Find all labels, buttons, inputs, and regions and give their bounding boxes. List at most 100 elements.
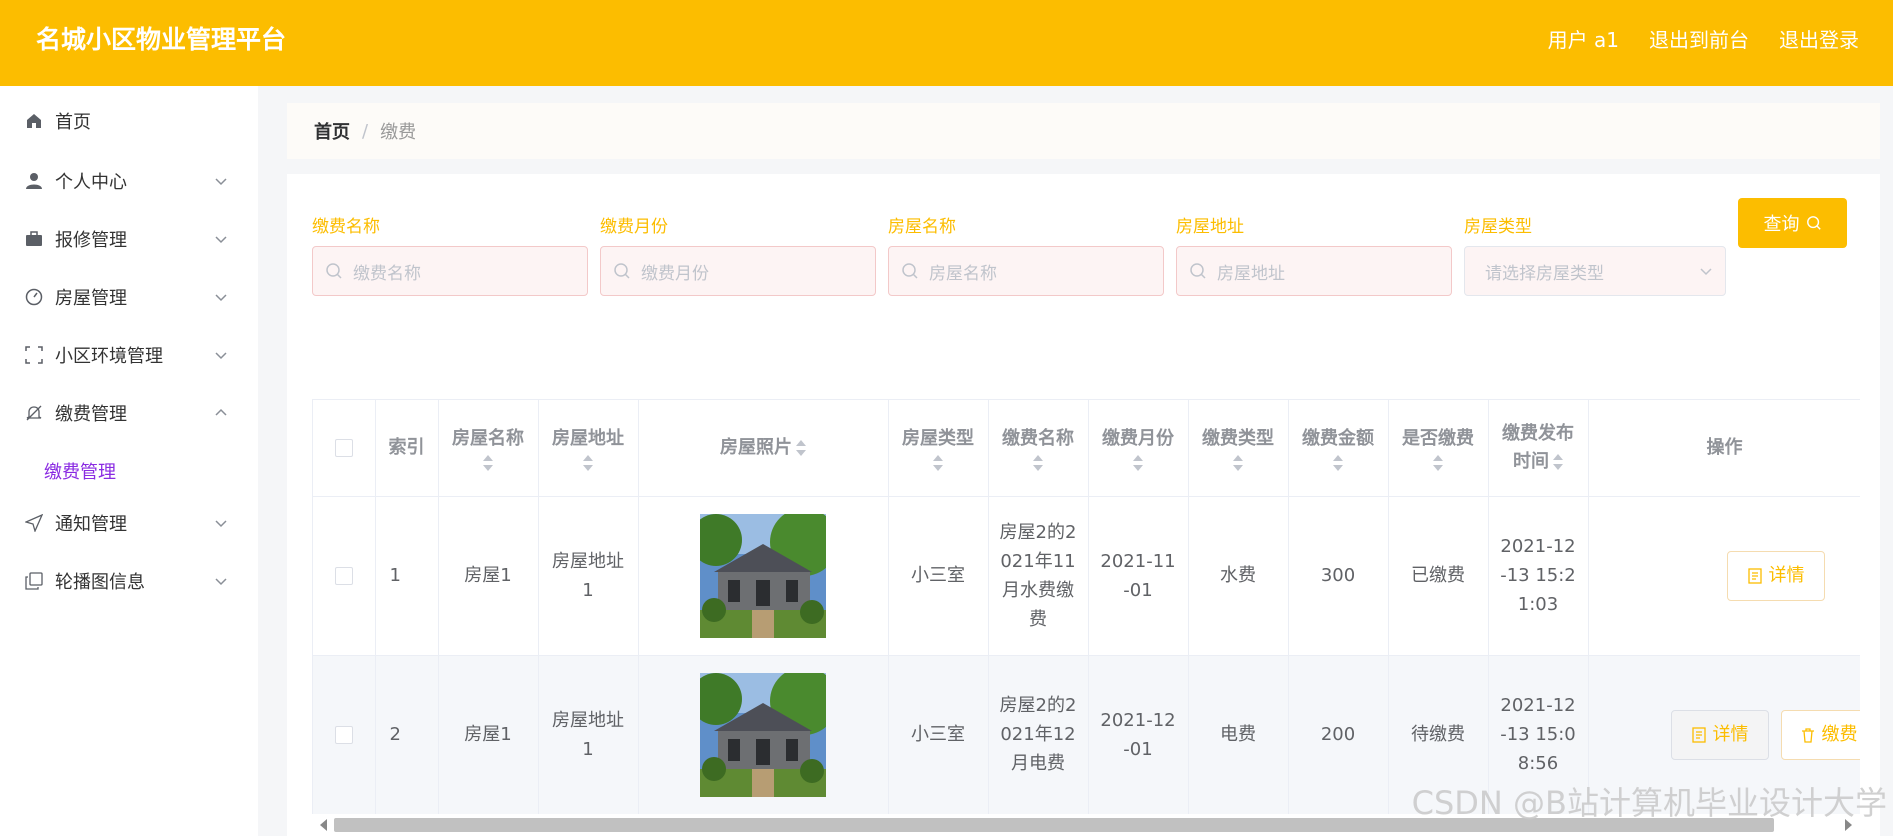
header-actions: 操作 xyxy=(1588,400,1860,497)
filter-label: 缴费名称 xyxy=(312,217,380,237)
sidebar-item-home[interactable]: 首页 xyxy=(0,96,258,146)
sidebar-item-notice[interactable]: 通知管理 xyxy=(0,498,258,548)
sidebar-item-payment[interactable]: 缴费管理 xyxy=(0,388,258,438)
cell-house-address: 房屋地址1 xyxy=(538,655,639,815)
payment-table: 索引 房屋名称 房屋地址 房屋照片 房屋类型 缴费名称 缴费月份 缴费类型 缴费… xyxy=(312,399,1860,836)
cell-fee-type: 水费 xyxy=(1188,496,1289,656)
detail-button[interactable]: 详情 xyxy=(1726,550,1825,601)
document-icon xyxy=(1691,726,1706,743)
header-publish-time[interactable]: 缴费发布时间 xyxy=(1488,400,1589,497)
chevron-up-icon xyxy=(215,408,227,416)
watermark-text: CSDN @B站计算机毕业设计大学 xyxy=(1411,784,1887,822)
cell-fee-amount: 200 xyxy=(1288,655,1389,815)
fee-name-input[interactable]: 缴费名称 xyxy=(312,246,588,296)
header-label: 房屋名称 xyxy=(452,427,524,449)
main-panel: 缴费名称 缴费名称 缴费月份 缴费月份 房屋名称 房屋名称 房屋地址 房屋地址 … xyxy=(287,174,1880,836)
house-address-input[interactable]: 房屋地址 xyxy=(1176,246,1452,296)
header-fee-month[interactable]: 缴费月份 xyxy=(1088,400,1189,497)
header-index: 索引 xyxy=(375,400,439,497)
sort-icon[interactable] xyxy=(1553,453,1563,470)
cell-actions: 详情 xyxy=(1588,496,1860,656)
header-house-type[interactable]: 房屋类型 xyxy=(888,400,989,497)
chevron-down-icon xyxy=(215,236,227,244)
scroll-left-arrow-icon[interactable] xyxy=(320,819,327,831)
detail-button-label: 详情 xyxy=(1768,565,1805,586)
house-photo-image[interactable] xyxy=(700,513,826,638)
sidebar-item-carousel[interactable]: 轮播图信息 xyxy=(0,556,258,606)
sidebar-item-house[interactable]: 房屋管理 xyxy=(0,272,258,322)
cell-is-paid: 已缴费 xyxy=(1388,496,1489,656)
header-house-photo[interactable]: 房屋照片 xyxy=(638,400,889,497)
header-label: 房屋地址 xyxy=(552,427,624,449)
sidebar-item-environment[interactable]: 小区环境管理 xyxy=(0,330,258,380)
sort-icon[interactable] xyxy=(583,454,593,471)
cell-fee-type: 电费 xyxy=(1188,655,1289,815)
logout-link[interactable]: 退出登录 xyxy=(1779,24,1859,53)
sort-icon[interactable] xyxy=(1333,454,1343,471)
user-link[interactable]: 用户 a1 xyxy=(1548,24,1619,53)
app-title: 名城小区物业管理平台 xyxy=(36,25,287,54)
query-button[interactable]: 查询 xyxy=(1738,198,1847,248)
select-all-checkbox[interactable] xyxy=(334,438,353,457)
input-placeholder: 缴费名称 xyxy=(353,263,421,284)
search-icon xyxy=(614,263,630,279)
sidebar-item-label: 个人中心 xyxy=(55,172,127,193)
sort-icon[interactable] xyxy=(933,454,943,471)
chevron-down-icon xyxy=(215,178,227,186)
row-select-cell xyxy=(313,655,376,815)
home-icon xyxy=(24,111,44,131)
breadcrumb-home[interactable]: 首页 xyxy=(314,118,350,144)
cell-house-photo xyxy=(638,496,889,656)
top-nav: 用户 a1 退出到前台 退出登录 xyxy=(1548,24,1859,53)
header-house-name[interactable]: 房屋名称 xyxy=(438,400,539,497)
sidebar-item-label: 首页 xyxy=(55,112,91,133)
sidebar-item-label: 缴费管理 xyxy=(55,404,127,425)
cell-fee-month: 2021-11-01 xyxy=(1088,496,1189,656)
input-placeholder: 房屋名称 xyxy=(929,263,997,284)
sort-icon[interactable] xyxy=(1433,454,1443,471)
chevron-down-icon xyxy=(1700,268,1712,276)
cell-house-type: 小三室 xyxy=(888,496,989,656)
sort-icon[interactable] xyxy=(1233,454,1243,471)
sort-icon[interactable] xyxy=(483,454,493,471)
filter-label: 房屋名称 xyxy=(888,217,956,237)
fee-month-input[interactable]: 缴费月份 xyxy=(600,246,876,296)
house-name-input[interactable]: 房屋名称 xyxy=(888,246,1164,296)
row-checkbox[interactable] xyxy=(334,726,353,744)
select-placeholder: 请选择房屋类型 xyxy=(1485,263,1604,284)
cell-fee-name: 房屋2的2021年12月电费 xyxy=(988,655,1089,815)
filter-house-address: 房屋地址 房屋地址 xyxy=(1176,212,1452,296)
bell-off-icon xyxy=(24,403,44,423)
header-label: 房屋照片 xyxy=(720,436,792,458)
house-type-select[interactable]: 请选择房屋类型 xyxy=(1464,246,1726,296)
header-fee-type[interactable]: 缴费类型 xyxy=(1188,400,1289,497)
header-fee-amount[interactable]: 缴费金额 xyxy=(1288,400,1389,497)
header-fee-name[interactable]: 缴费名称 xyxy=(988,400,1089,497)
cell-publish-time: 2021-12-13 15:21:03 xyxy=(1488,496,1589,656)
sidebar: 首页 个人中心 报修管理 房屋管理 小区环境管理 缴费管理 缴费管理 通知管理 … xyxy=(0,86,258,836)
sort-icon[interactable] xyxy=(796,439,806,456)
sort-icon[interactable] xyxy=(1133,454,1143,471)
house-photo-image[interactable] xyxy=(700,672,826,797)
chevron-down-icon xyxy=(215,352,227,360)
sort-icon[interactable] xyxy=(1033,454,1043,471)
filter-label: 缴费月份 xyxy=(600,217,668,237)
filter-fee-month: 缴费月份 缴费月份 xyxy=(600,212,876,296)
filter-label: 房屋类型 xyxy=(1464,217,1532,237)
search-icon xyxy=(1806,216,1821,230)
header-is-paid[interactable]: 是否缴费 xyxy=(1388,400,1489,497)
pay-button[interactable]: 缴费 xyxy=(1780,709,1860,760)
document-icon xyxy=(1747,567,1762,584)
row-checkbox[interactable] xyxy=(334,567,353,585)
breadcrumb-separator: / xyxy=(362,120,369,142)
chevron-down-icon xyxy=(215,294,227,302)
header-house-address[interactable]: 房屋地址 xyxy=(538,400,639,497)
chevron-down-icon xyxy=(215,578,227,586)
sidebar-item-personal-center[interactable]: 个人中心 xyxy=(0,156,258,206)
cell-house-type: 小三室 xyxy=(888,655,989,815)
exit-to-front-link[interactable]: 退出到前台 xyxy=(1649,24,1749,53)
header-label: 缴费类型 xyxy=(1202,427,1274,449)
sidebar-item-repair[interactable]: 报修管理 xyxy=(0,214,258,264)
detail-button[interactable]: 详情 xyxy=(1670,709,1769,760)
submenu-item-payment-management[interactable]: 缴费管理 xyxy=(0,446,258,496)
